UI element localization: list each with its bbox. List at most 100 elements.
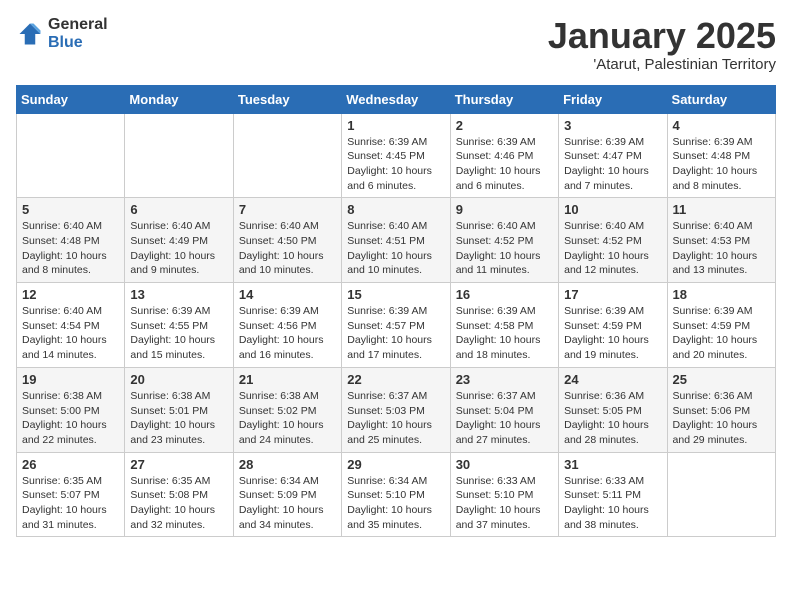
day-info: Sunrise: 6:35 AM Sunset: 5:08 PM Dayligh… bbox=[130, 474, 227, 533]
calendar-cell: 26 Sunrise: 6:35 AM Sunset: 5:07 PM Dayli… bbox=[17, 452, 125, 537]
calendar-cell: 27 Sunrise: 6:35 AM Sunset: 5:08 PM Dayli… bbox=[125, 452, 233, 537]
day-info: Sunrise: 6:39 AM Sunset: 4:46 PM Dayligh… bbox=[456, 135, 553, 194]
day-number: 27 bbox=[130, 457, 227, 472]
calendar-cell: 15Sunrise: 6:39 AM Sunset: 4:57 PM Dayli… bbox=[342, 283, 450, 368]
day-info: Sunrise: 6:34 AM Sunset: 5:09 PM Dayligh… bbox=[239, 474, 336, 533]
logo-text: General Blue bbox=[48, 16, 108, 51]
day-number: 24 bbox=[564, 372, 661, 387]
calendar-week-row: 12 Sunrise: 6:40 AM Sunset: 4:54 PM Dayli… bbox=[17, 283, 776, 368]
day-number: 7 bbox=[239, 202, 336, 217]
weekday-header: Tuesday bbox=[233, 85, 341, 113]
day-number: 18 bbox=[673, 287, 770, 302]
calendar-cell: 4 Sunrise: 6:39 AM Sunset: 4:48 PM Daylig… bbox=[667, 113, 775, 198]
calendar-cell: 6 Sunrise: 6:40 AM Sunset: 4:49 PM Daylig… bbox=[125, 198, 233, 283]
calendar-cell bbox=[17, 113, 125, 198]
calendar-cell: 2 Sunrise: 6:39 AM Sunset: 4:46 PM Daylig… bbox=[450, 113, 558, 198]
day-number: 10 bbox=[564, 202, 661, 217]
day-info: Sunrise: 6:39 AM Sunset: 4:58 PM Dayligh… bbox=[456, 304, 553, 363]
day-number: 3 bbox=[564, 118, 661, 133]
day-info: Sunrise: 6:39 AM Sunset: 4:55 PM Dayligh… bbox=[130, 304, 227, 363]
day-number: 6 bbox=[130, 202, 227, 217]
day-number: 8 bbox=[347, 202, 444, 217]
calendar-title: January 2025 bbox=[548, 16, 776, 56]
calendar-cell: 19 Sunrise: 6:38 AM Sunset: 5:00 PM Dayli… bbox=[17, 367, 125, 452]
logo-blue-text: Blue bbox=[48, 34, 108, 52]
day-info: Sunrise: 6:38 AM Sunset: 5:02 PM Dayligh… bbox=[239, 389, 336, 448]
calendar-cell: 10Sunrise: 6:40 AM Sunset: 4:52 PM Dayli… bbox=[559, 198, 667, 283]
day-number: 26 bbox=[22, 457, 119, 472]
weekday-header: Saturday bbox=[667, 85, 775, 113]
calendar-cell bbox=[667, 452, 775, 537]
day-number: 12 bbox=[22, 287, 119, 302]
day-info: Sunrise: 6:38 AM Sunset: 5:00 PM Dayligh… bbox=[22, 389, 119, 448]
day-number: 17 bbox=[564, 287, 661, 302]
day-info: Sunrise: 6:34 AM Sunset: 5:10 PM Dayligh… bbox=[347, 474, 444, 533]
day-number: 2 bbox=[456, 118, 553, 133]
day-number: 4 bbox=[673, 118, 770, 133]
calendar-cell: 25 Sunrise: 6:36 AM Sunset: 5:06 PM Dayli… bbox=[667, 367, 775, 452]
day-number: 14 bbox=[239, 287, 336, 302]
calendar-cell: 5 Sunrise: 6:40 AM Sunset: 4:48 PM Daylig… bbox=[17, 198, 125, 283]
calendar-subtitle: 'Atarut, Palestinian Territory bbox=[548, 56, 776, 73]
calendar-cell: 7 Sunrise: 6:40 AM Sunset: 4:50 PM Daylig… bbox=[233, 198, 341, 283]
calendar-cell: 31 Sunrise: 6:33 AM Sunset: 5:11 PM Dayli… bbox=[559, 452, 667, 537]
day-info: Sunrise: 6:39 AM Sunset: 4:48 PM Dayligh… bbox=[673, 135, 770, 194]
day-number: 25 bbox=[673, 372, 770, 387]
calendar-cell: 21 Sunrise: 6:38 AM Sunset: 5:02 PM Dayli… bbox=[233, 367, 341, 452]
weekday-header: Thursday bbox=[450, 85, 558, 113]
day-number: 23 bbox=[456, 372, 553, 387]
day-info: Sunrise: 6:40 AM Sunset: 4:49 PM Dayligh… bbox=[130, 219, 227, 278]
day-number: 21 bbox=[239, 372, 336, 387]
day-info: Sunrise: 6:38 AM Sunset: 5:01 PM Dayligh… bbox=[130, 389, 227, 448]
day-info: Sunrise: 6:40 AM Sunset: 4:48 PM Dayligh… bbox=[22, 219, 119, 278]
day-number: 5 bbox=[22, 202, 119, 217]
calendar-cell: 28 Sunrise: 6:34 AM Sunset: 5:09 PM Dayli… bbox=[233, 452, 341, 537]
day-number: 28 bbox=[239, 457, 336, 472]
calendar-cell: 12 Sunrise: 6:40 AM Sunset: 4:54 PM Dayli… bbox=[17, 283, 125, 368]
weekday-header: Sunday bbox=[17, 85, 125, 113]
day-info: Sunrise: 6:33 AM Sunset: 5:11 PM Dayligh… bbox=[564, 474, 661, 533]
day-info: Sunrise: 6:39 AM Sunset: 4:59 PM Dayligh… bbox=[564, 304, 661, 363]
day-number: 19 bbox=[22, 372, 119, 387]
page-header: General Blue January 2025 'Atarut, Pales… bbox=[16, 16, 776, 73]
calendar-cell: 11Sunrise: 6:40 AM Sunset: 4:53 PM Dayli… bbox=[667, 198, 775, 283]
calendar-cell: 18 Sunrise: 6:39 AM Sunset: 4:59 PM Dayli… bbox=[667, 283, 775, 368]
logo-icon bbox=[16, 20, 44, 48]
day-info: Sunrise: 6:39 AM Sunset: 4:47 PM Dayligh… bbox=[564, 135, 661, 194]
calendar-cell: 30 Sunrise: 6:33 AM Sunset: 5:10 PM Dayli… bbox=[450, 452, 558, 537]
calendar-cell: 14Sunrise: 6:39 AM Sunset: 4:56 PM Dayli… bbox=[233, 283, 341, 368]
logo-general-text: General bbox=[48, 16, 108, 34]
calendar-cell: 20 Sunrise: 6:38 AM Sunset: 5:01 PM Dayli… bbox=[125, 367, 233, 452]
logo: General Blue bbox=[16, 16, 108, 51]
calendar-cell: 24Sunrise: 6:36 AM Sunset: 5:05 PM Dayli… bbox=[559, 367, 667, 452]
calendar-cell bbox=[125, 113, 233, 198]
weekday-header: Friday bbox=[559, 85, 667, 113]
calendar-week-row: 26 Sunrise: 6:35 AM Sunset: 5:07 PM Dayli… bbox=[17, 452, 776, 537]
day-info: Sunrise: 6:40 AM Sunset: 4:50 PM Dayligh… bbox=[239, 219, 336, 278]
day-info: Sunrise: 6:35 AM Sunset: 5:07 PM Dayligh… bbox=[22, 474, 119, 533]
calendar-week-row: 1Sunrise: 6:39 AM Sunset: 4:45 PM Daylig… bbox=[17, 113, 776, 198]
title-area: January 2025 'Atarut, Palestinian Territ… bbox=[548, 16, 776, 73]
day-info: Sunrise: 6:37 AM Sunset: 5:04 PM Dayligh… bbox=[456, 389, 553, 448]
calendar-header: SundayMondayTuesdayWednesdayThursdayFrid… bbox=[17, 85, 776, 113]
calendar-table: SundayMondayTuesdayWednesdayThursdayFrid… bbox=[16, 85, 776, 538]
day-number: 20 bbox=[130, 372, 227, 387]
day-info: Sunrise: 6:39 AM Sunset: 4:59 PM Dayligh… bbox=[673, 304, 770, 363]
weekday-header: Monday bbox=[125, 85, 233, 113]
day-number: 31 bbox=[564, 457, 661, 472]
calendar-cell: 1Sunrise: 6:39 AM Sunset: 4:45 PM Daylig… bbox=[342, 113, 450, 198]
day-info: Sunrise: 6:40 AM Sunset: 4:52 PM Dayligh… bbox=[456, 219, 553, 278]
calendar-body: 1Sunrise: 6:39 AM Sunset: 4:45 PM Daylig… bbox=[17, 113, 776, 537]
calendar-cell bbox=[233, 113, 341, 198]
calendar-header-row: SundayMondayTuesdayWednesdayThursdayFrid… bbox=[17, 85, 776, 113]
calendar-week-row: 5 Sunrise: 6:40 AM Sunset: 4:48 PM Daylig… bbox=[17, 198, 776, 283]
calendar-cell: 16Sunrise: 6:39 AM Sunset: 4:58 PM Dayli… bbox=[450, 283, 558, 368]
day-info: Sunrise: 6:40 AM Sunset: 4:51 PM Dayligh… bbox=[347, 219, 444, 278]
day-info: Sunrise: 6:33 AM Sunset: 5:10 PM Dayligh… bbox=[456, 474, 553, 533]
day-info: Sunrise: 6:40 AM Sunset: 4:54 PM Dayligh… bbox=[22, 304, 119, 363]
day-info: Sunrise: 6:36 AM Sunset: 5:06 PM Dayligh… bbox=[673, 389, 770, 448]
day-number: 30 bbox=[456, 457, 553, 472]
weekday-header: Wednesday bbox=[342, 85, 450, 113]
day-number: 15 bbox=[347, 287, 444, 302]
calendar-cell: 29Sunrise: 6:34 AM Sunset: 5:10 PM Dayli… bbox=[342, 452, 450, 537]
